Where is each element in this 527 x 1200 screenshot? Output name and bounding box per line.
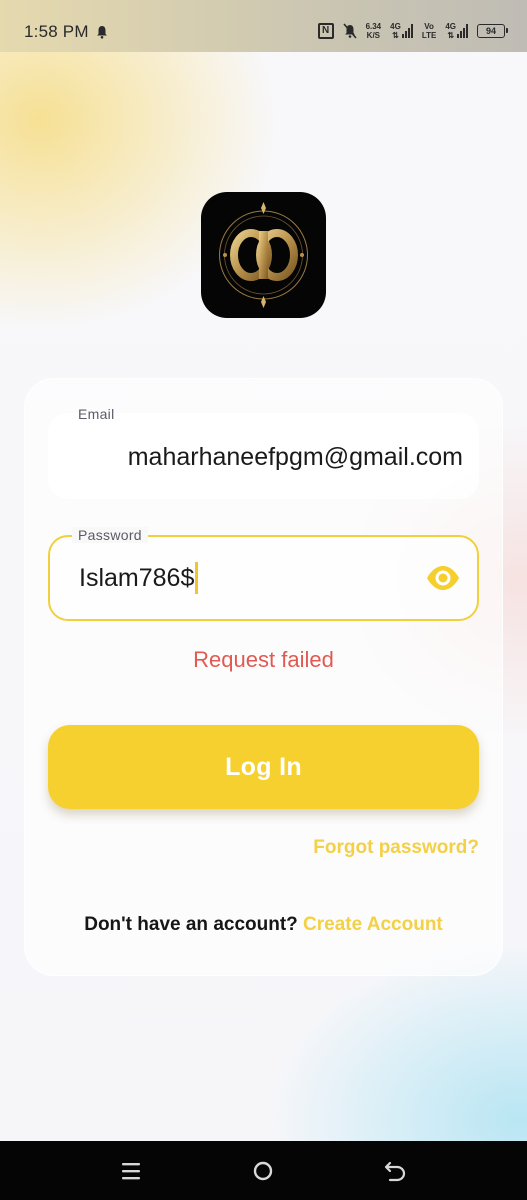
password-label: Password	[72, 527, 148, 543]
menu-icon[interactable]	[121, 1161, 141, 1181]
network-type-1: 4G	[390, 22, 401, 31]
signup-prompt: Don't have an account?	[84, 914, 298, 935]
volte-indicator: Vo LTE	[422, 22, 437, 40]
volte-bottom: LTE	[421, 31, 437, 40]
app-logo	[201, 192, 326, 318]
eye-icon[interactable]	[426, 565, 460, 591]
status-time: 1:58 PM	[24, 22, 89, 41]
logo-emblem-icon	[219, 202, 308, 308]
create-account-link[interactable]: Create Account	[303, 914, 443, 935]
speed-value: 6.34	[365, 22, 382, 31]
email-label: Email	[78, 406, 115, 422]
network-type-2: 4G	[445, 22, 456, 31]
forgot-password-link[interactable]: Forgot password?	[313, 837, 479, 859]
password-text: Islam786$	[79, 563, 195, 592]
back-icon[interactable]	[384, 1160, 406, 1182]
status-bar: 1:58 PM N 6.34 K/S 4G ⇅ Vo LTE 4G ⇅ 94	[0, 0, 527, 52]
login-button[interactable]: Log In	[48, 725, 479, 809]
password-input-value[interactable]: Islam786$	[79, 562, 199, 594]
signup-row: Don't have an account? Create Account	[0, 914, 527, 936]
network-speed: 6.34 K/S	[366, 22, 382, 40]
text-cursor	[195, 562, 199, 594]
bell-icon	[97, 26, 107, 39]
signal-icon-2: 4G ⇅	[445, 22, 468, 40]
signal-icon: 4G ⇅	[390, 22, 413, 40]
battery-icon: 94	[477, 24, 508, 38]
nfc-icon: N	[317, 23, 334, 39]
volte-top: Vo	[424, 22, 434, 31]
navigation-bar	[0, 1141, 527, 1200]
speed-unit: K/S	[366, 31, 381, 40]
home-icon[interactable]	[253, 1161, 273, 1181]
error-message: Request failed	[193, 647, 334, 672]
status-icons: N 6.34 K/S 4G ⇅ Vo LTE 4G ⇅ 94	[317, 20, 508, 42]
email-input-value[interactable]: maharhaneefpgm@gmail.com	[68, 443, 463, 477]
email-text: maharhaneefpgm@gmail.com	[127, 443, 463, 471]
mute-icon	[342, 23, 357, 39]
